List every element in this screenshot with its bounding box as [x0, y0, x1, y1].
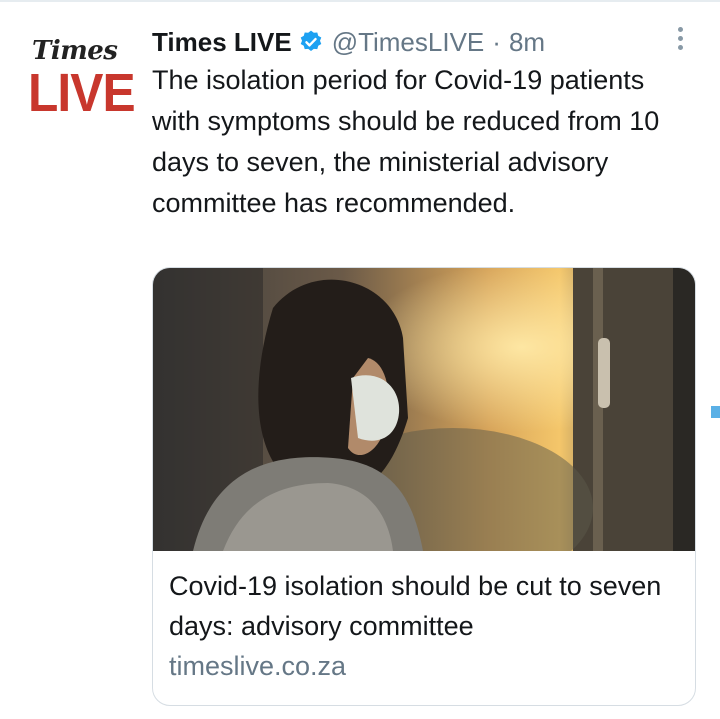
verified-badge-icon — [300, 30, 321, 51]
tweet-text: The isolation period for Covid-19 patien… — [152, 65, 660, 218]
tweet-timestamp[interactable]: 8m — [509, 27, 545, 58]
card-title[interactable]: Covid-19 isolation should be cut to seve… — [169, 566, 679, 646]
top-divider — [0, 0, 720, 2]
card-domain[interactable]: timeslive.co.za — [169, 646, 679, 686]
tweet-header: Times LIVE @TimesLIVE · 8m — [152, 24, 545, 60]
link-card[interactable]: Covid-19 isolation should be cut to seve… — [152, 267, 696, 706]
card-body: Covid-19 isolation should be cut to seve… — [169, 566, 679, 686]
avatar-logo-live: LIVE — [28, 63, 136, 123]
separator-dot: · — [492, 26, 501, 57]
more-options-icon[interactable] — [670, 24, 690, 54]
author-handle[interactable]: @TimesLIVE — [332, 27, 485, 58]
scroll-indicator — [711, 406, 720, 418]
author-name[interactable]: Times LIVE — [152, 27, 292, 58]
avatar[interactable]: Times LIVE — [26, 32, 136, 124]
card-image — [153, 268, 695, 551]
